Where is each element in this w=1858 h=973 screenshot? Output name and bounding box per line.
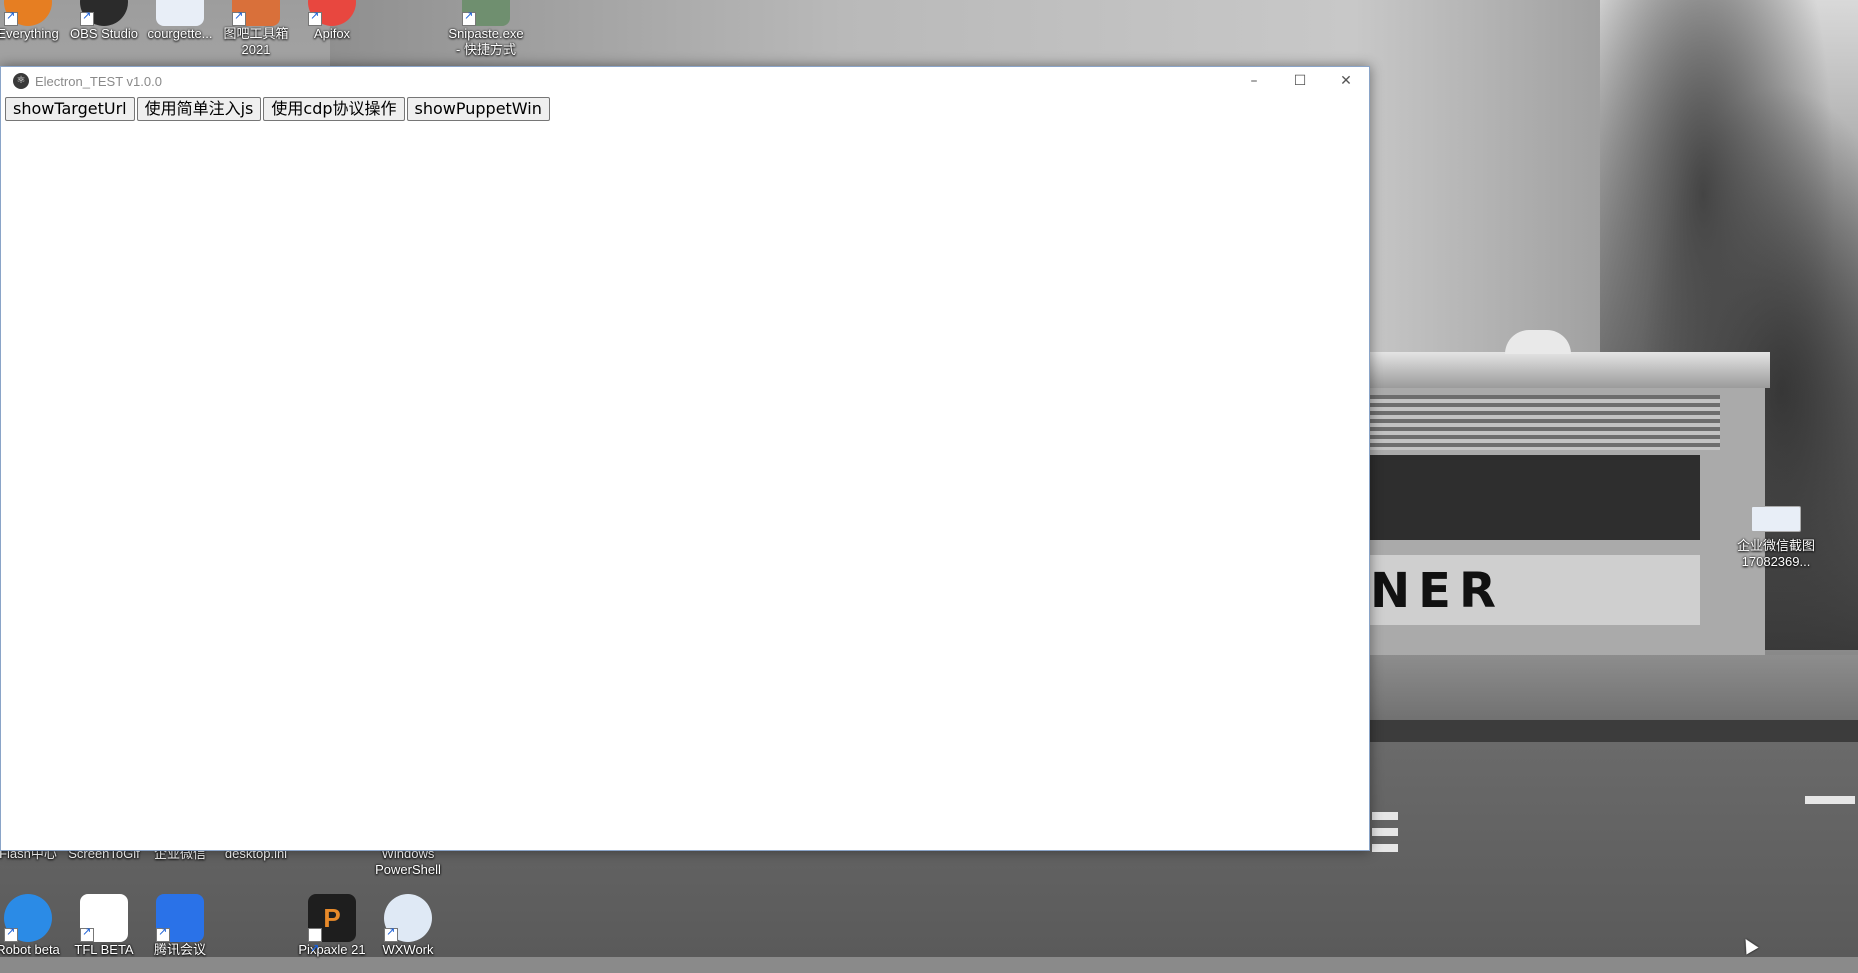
window-title: Electron_TEST v1.0.0 [35,73,162,89]
minimize-button[interactable]: – [1231,67,1277,95]
wallpaper-booth-sign: NER [1370,555,1700,625]
obs-icon [80,0,128,26]
crosswalk-stripe [1372,844,1398,852]
robot-icon [4,894,52,942]
apifox-icon [308,0,356,26]
desktop-icon-toolbox[interactable]: 图吧工具箱 2021 [216,0,296,58]
wallpaper-sidewalk [1370,655,1858,725]
road-marking [1805,796,1855,804]
wallpaper-booth-roof [1370,352,1770,388]
title-bar[interactable]: ⚛ Electron_TEST v1.0.0 – ☐ ✕ [1,67,1369,95]
vscode-file-icon [156,0,204,26]
desktop-icon-everything[interactable]: Everything [0,0,68,42]
desktop-icon-tencent-meeting[interactable]: 腾讯会议 [140,894,220,958]
minimize-icon: – [1250,73,1258,89]
simple-inject-js-button[interactable]: 使用简单注入js [136,97,262,121]
maximize-button[interactable]: ☐ [1277,67,1323,95]
desktop-icon-courgette[interactable]: courgette... [140,0,220,42]
show-target-url-button[interactable]: showTargetUrl [5,97,135,121]
desktop-icon-apifox[interactable]: Apifox [292,0,372,42]
desktop-icon-wxwork[interactable]: WXWork [368,894,448,958]
maximize-icon: ☐ [1293,73,1307,89]
crosswalk-stripe [1372,828,1398,836]
p21-icon: P [308,894,356,973]
screenshot-file-icon [1751,506,1801,532]
toolbox-icon [232,0,280,26]
wallpaper-booth-windows [1370,455,1700,540]
close-icon: ✕ [1340,73,1352,89]
tencent-meeting-icon [156,894,204,942]
content-area [1,125,1369,850]
close-button[interactable]: ✕ [1323,67,1369,95]
button-toolbar: showTargetUrl 使用简单注入js 使用cdp协议操作 showPup… [1,96,1369,122]
tfl-icon [80,894,128,942]
desktop-icon-p21[interactable]: P Pixpaxle 21 [292,894,372,973]
wxwork-icon [384,894,432,942]
wallpaper-dome [1505,330,1571,354]
everything-icon [4,0,52,26]
wallpaper-sign-text: NER [1370,563,1504,619]
wallpaper-curb [1370,720,1858,742]
desktop-icon-obs[interactable]: OBS Studio [64,0,144,42]
snipaste-icon [462,0,510,26]
desktop-icon-snipaste[interactable]: Snipaste.exe - 快捷方式 [446,0,526,58]
desktop-icon-robot[interactable]: Robot beta [0,894,68,958]
show-puppet-win-button[interactable]: showPuppetWin [406,97,550,121]
crosswalk-stripe [1372,812,1398,820]
desktop-icon-tfl[interactable]: TFL BETA [64,894,144,958]
desktop-icon-screenshot-file[interactable]: 企业微信截图 17082369... [1736,506,1816,570]
app-window: ⚛ Electron_TEST v1.0.0 – ☐ ✕ showTargetU… [0,66,1370,851]
cdp-protocol-button[interactable]: 使用cdp协议操作 [263,97,405,121]
electron-app-icon: ⚛ [13,73,29,89]
wallpaper-booth-band [1370,395,1720,450]
